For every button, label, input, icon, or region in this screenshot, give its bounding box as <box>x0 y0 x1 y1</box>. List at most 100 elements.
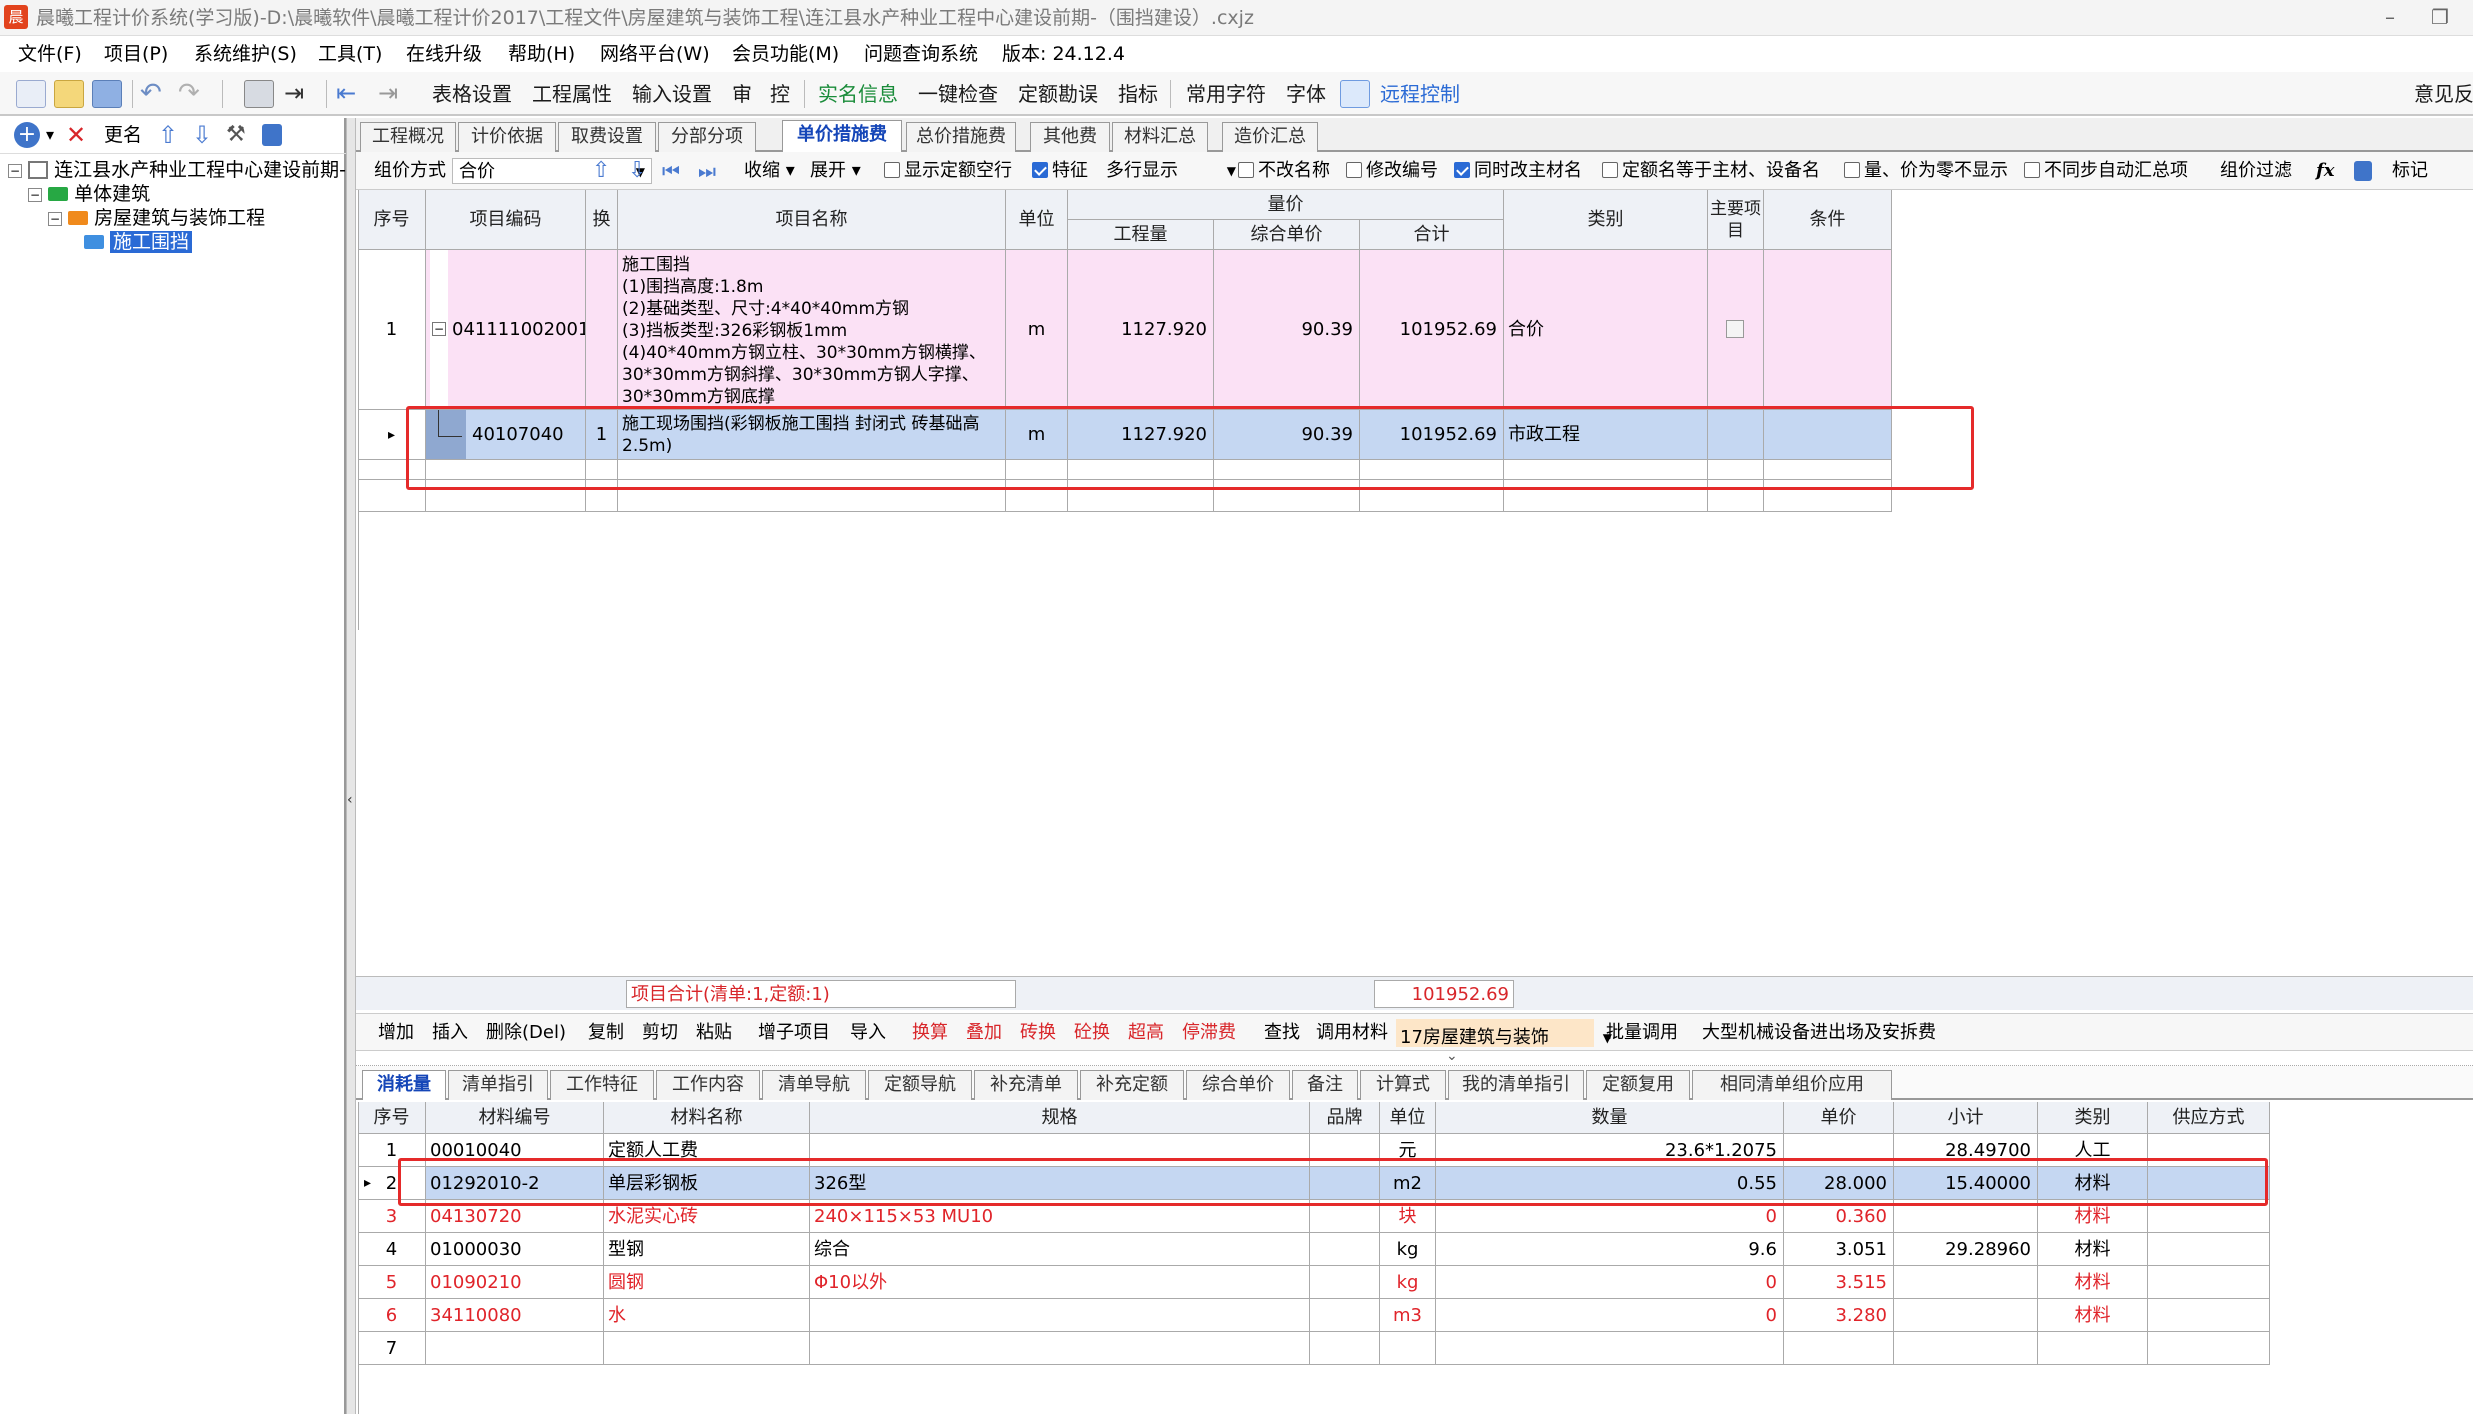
menu-file[interactable]: 文件(F) <box>18 36 82 72</box>
move-down-icon[interactable]: ⇩ <box>192 120 212 150</box>
formula-fx-icon[interactable]: fx <box>2316 152 2334 190</box>
cell-spec[interactable]: 240×115×53 MU10 <box>810 1200 1310 1233</box>
cell-price[interactable] <box>1784 1134 1894 1167</box>
cell-name[interactable]: 单层彩钢板 <box>604 1167 810 1200</box>
cell-unit[interactable]: kg <box>1380 1233 1436 1266</box>
tree-node-discipline[interactable]: − 房屋建筑与装饰工程 <box>48 206 265 230</box>
menu-online-upgrade[interactable]: 在线升级 <box>406 36 482 72</box>
menu-tools[interactable]: 工具(T) <box>318 36 382 72</box>
call-materials-button[interactable]: 调用材料 <box>1316 1014 1388 1052</box>
import-button[interactable]: 导入 <box>850 1014 886 1052</box>
mark-button[interactable]: 标记 <box>2392 152 2428 190</box>
cell-seq[interactable]: 4 <box>358 1233 426 1266</box>
cell-empty[interactable] <box>1310 1200 1380 1233</box>
tab-quota-nav[interactable]: 定额导航 <box>868 1070 972 1100</box>
cell-qty[interactable]: 0.55 <box>1436 1167 1784 1200</box>
cell-name[interactable]: 水 <box>604 1299 810 1332</box>
table-settings-button[interactable]: 表格设置 <box>432 78 512 110</box>
cell-price[interactable]: 90.39 <box>1214 410 1360 460</box>
col-header-main[interactable]: 主要项目 <box>1708 190 1764 250</box>
dropdown-arrow-icon[interactable]: ▾ <box>46 122 54 148</box>
new-file-icon[interactable] <box>16 80 46 108</box>
add-button[interactable]: 增加 <box>378 1014 414 1052</box>
cell-qty[interactable]: 0 <box>1436 1299 1784 1332</box>
cell-name[interactable]: 水泥实心砖 <box>604 1200 810 1233</box>
move-up-icon[interactable]: ⇧ <box>158 120 178 150</box>
cell-qty[interactable]: 1127.920 <box>1068 250 1214 410</box>
cell-unit[interactable]: 块 <box>1380 1200 1436 1233</box>
calculator-icon[interactable] <box>244 80 274 108</box>
rename-button[interactable]: 更名 <box>104 118 142 152</box>
cell-type[interactable]: 市政工程 <box>1504 410 1708 460</box>
cell-price[interactable]: 90.39 <box>1214 250 1360 410</box>
restore-icon[interactable]: ❐ <box>2420 2 2460 32</box>
mat-col-header[interactable]: 材料编号 <box>426 1102 604 1134</box>
realname-info-button[interactable]: 实名信息 <box>818 78 898 110</box>
resize-handle[interactable]: ⌄ <box>356 1048 2473 1066</box>
mat-col-header[interactable]: 数量 <box>1436 1102 1784 1134</box>
last-icon[interactable]: ⏭ <box>698 152 716 190</box>
insert-button[interactable]: 插入 <box>432 1014 468 1052</box>
collapse-button[interactable]: 收缩 ▾ <box>744 152 795 190</box>
project-props-button[interactable]: 工程属性 <box>532 78 612 110</box>
panel-splitter[interactable]: ‹ <box>346 118 356 1414</box>
material-row[interactable]: 3 04130720 水泥实心砖 240×115×53 MU10 块 0 0.360 材料 <box>358 1200 2270 1233</box>
tab-total-price-measures[interactable]: 总价措施费 <box>906 122 1016 152</box>
cell-spec[interactable]: 综合 <box>810 1233 1310 1266</box>
cell-main[interactable] <box>1708 410 1764 460</box>
col-header-huan[interactable]: 换 <box>586 190 618 250</box>
cell-qty[interactable]: 23.6*1.2075 <box>1436 1134 1784 1167</box>
minimize-icon[interactable]: – <box>2370 2 2410 32</box>
save-icon[interactable] <box>92 80 122 108</box>
cell-code[interactable]: − 041111002001 <box>426 250 586 410</box>
cell-qty[interactable]: 0 <box>1436 1200 1784 1233</box>
cell-qty[interactable]: 9.6 <box>1436 1233 1784 1266</box>
cell-cond[interactable] <box>1764 250 1892 410</box>
cell-empty[interactable] <box>2148 1299 2270 1332</box>
cut-button[interactable]: 剪切 <box>642 1014 678 1052</box>
tab-notes[interactable]: 备注 <box>1292 1070 1358 1100</box>
cell-unit[interactable]: m <box>1006 410 1068 460</box>
no-sync-checkbox[interactable]: 不同步自动汇总项 <box>2024 152 2188 190</box>
cell-code[interactable]: 00010040 <box>426 1134 604 1167</box>
cell-empty[interactable] <box>2148 1200 2270 1233</box>
cell-empty[interactable] <box>1310 1167 1380 1200</box>
tab-work-features[interactable]: 工作特征 <box>550 1070 654 1100</box>
collapse-icon[interactable]: − <box>432 322 446 336</box>
cell-unit[interactable] <box>1380 1332 1436 1365</box>
tab-list-nav[interactable]: 清单导航 <box>762 1070 866 1100</box>
cell-empty[interactable] <box>2148 1167 2270 1200</box>
tab-formula[interactable]: 计算式 <box>1360 1070 1446 1100</box>
batch-call-button[interactable]: 批量调用 <box>1606 1014 1678 1052</box>
arrow-left-icon[interactable]: ⇤ <box>336 80 366 108</box>
cell-type[interactable]: 材料 <box>2038 1299 2148 1332</box>
material-row[interactable]: 1 00010040 定额人工费 元 23.6*1.2075 28.49700 人工 <box>358 1134 2270 1167</box>
audit-button[interactable]: 审 <box>732 78 752 110</box>
col-header-type[interactable]: 类别 <box>1504 190 1708 250</box>
rename-main-material-checkbox[interactable]: 同时改主材名 <box>1454 152 1582 190</box>
col-header-total[interactable]: 合计 <box>1360 220 1504 250</box>
cell-type[interactable]: 材料 <box>2038 1167 2148 1200</box>
idle-fee-button[interactable]: 停滞费 <box>1182 1014 1236 1052</box>
cell-unit[interactable]: 元 <box>1380 1134 1436 1167</box>
cell-qty[interactable]: 1127.920 <box>1068 410 1214 460</box>
cell-type[interactable]: 材料 <box>2038 1200 2148 1233</box>
cell-code[interactable]: 34110080 <box>426 1299 604 1332</box>
bookmark-icon[interactable] <box>262 124 282 146</box>
find-button[interactable]: 查找 <box>1264 1014 1300 1052</box>
cell-qty[interactable] <box>1436 1332 1784 1365</box>
remote-control-icon[interactable] <box>1340 80 1370 108</box>
cell-code[interactable]: 01000030 <box>426 1233 604 1266</box>
cell-name[interactable]: 型钢 <box>604 1233 810 1266</box>
col-header-name[interactable]: 项目名称 <box>618 190 1006 250</box>
indicator-button[interactable]: 指标 <box>1118 78 1158 110</box>
add-node-icon[interactable]: + <box>14 122 40 148</box>
cell-name[interactable]: 施工现场围挡(彩钢板施工围挡 封闭式 砖基础高2.5m) <box>618 410 1006 460</box>
tab-other-fees[interactable]: 其他费 <box>1030 122 1110 152</box>
cell-name[interactable]: 施工围挡 (1)围挡高度:1.8m (2)基础类型、尺寸:4*40*40mm方钢… <box>618 250 1006 410</box>
chevron-down-icon[interactable]: ⌄ <box>1446 1048 1458 1064</box>
quota-library-select[interactable]: 17房屋建筑与装饰 ▼ <box>1396 1019 1612 1048</box>
down-arrow-icon[interactable]: ⇩ <box>628 152 646 190</box>
collapse-icon[interactable]: − <box>8 164 22 178</box>
menu-query[interactable]: 问题查询系统 <box>864 36 978 72</box>
